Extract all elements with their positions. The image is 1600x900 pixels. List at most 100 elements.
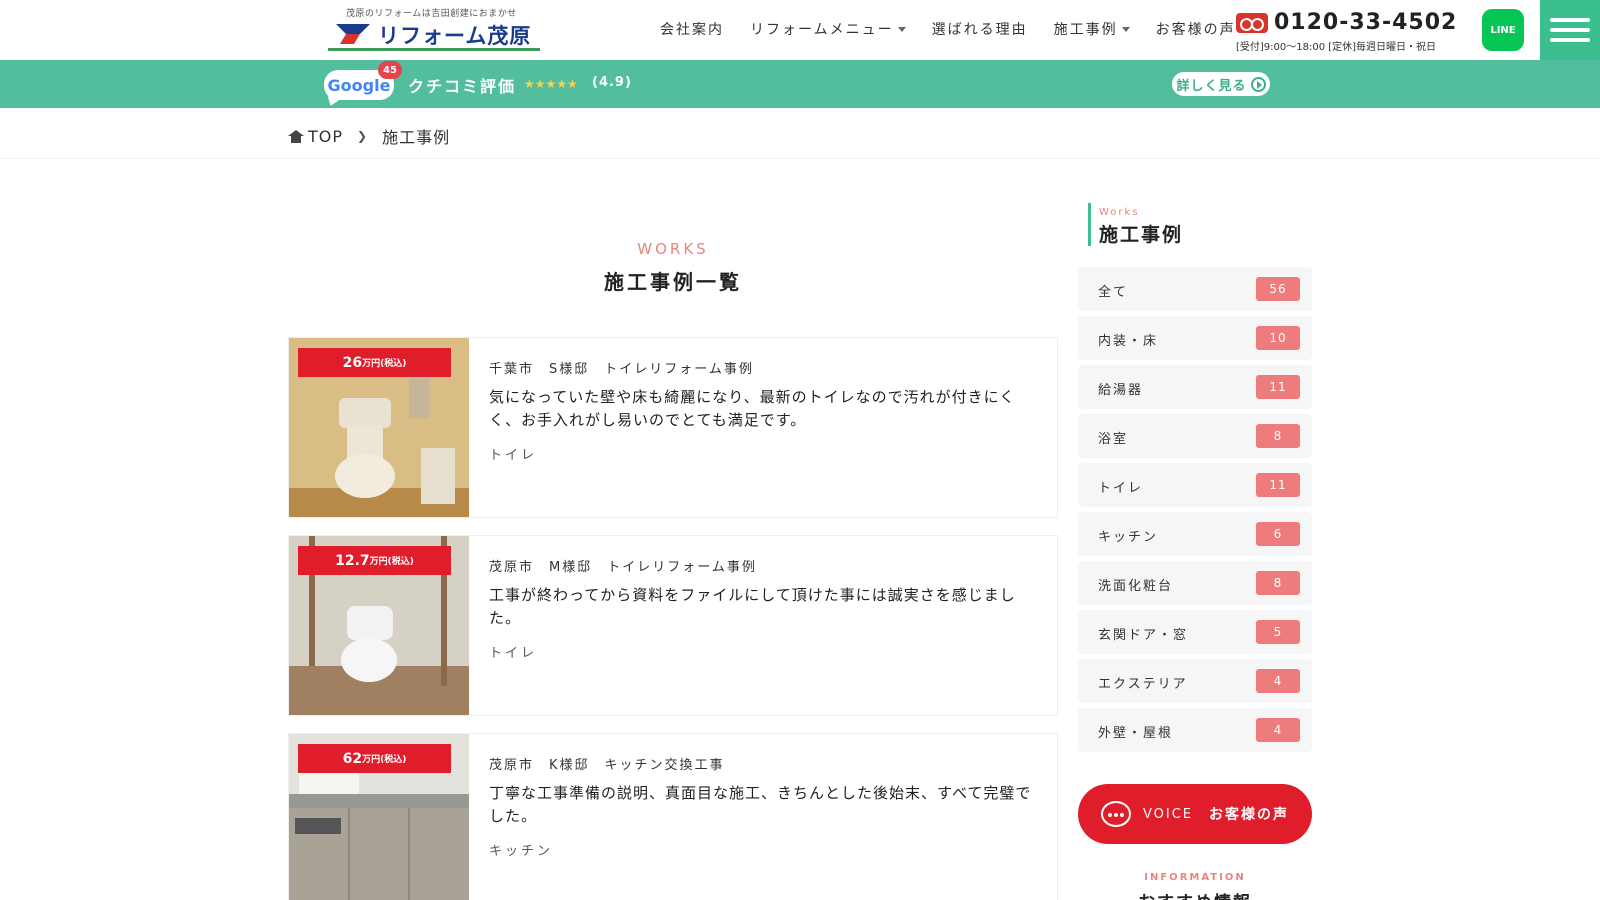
line-button[interactable]: LINE [1482,9,1524,51]
hamburger-icon-bar [1550,38,1590,42]
category-label: 全て [1098,285,1129,300]
category-item-door-window[interactable]: 玄関ドア・窓 5 [1078,610,1312,654]
freedial-icon [1236,12,1268,33]
review-detail-button[interactable]: 詳しく見る [1172,72,1270,96]
work-card-body: 工事が終わってから資料をファイルにして頂けた事には誠実さを感じました。 [489,586,1016,627]
price-value: 26 [342,354,363,371]
category-item-toilet[interactable]: トイレ 11 [1078,463,1312,507]
nav-label: 会社案内 [660,22,724,38]
category-count: 8 [1256,424,1300,448]
review-score: (4.9) [592,75,632,90]
price-badge: 62 万円(税込) [298,744,451,773]
chevron-right-icon: ❯ [357,129,369,143]
work-card[interactable]: 62 万円(税込) 茂原市 K様邸 キッチン交換工事 丁寧な工事準備の説明、真面目… [288,733,1058,900]
information-heading-en: INFORMATION [1144,872,1246,883]
logo-underline [328,48,540,51]
google-label: Google [327,75,391,95]
line-icon: LINE [1490,24,1516,36]
category-item-kitchen[interactable]: キッチン 6 [1078,512,1312,556]
category-item-exterior[interactable]: エクステリア 4 [1078,659,1312,703]
nav-label: 施工事例 [1053,22,1118,38]
price-value: 12.7 [335,552,370,569]
google-review-count: 45 [378,61,402,79]
chat-dot [1113,813,1118,817]
category-label: 内装・床 [1098,334,1159,349]
nav-works[interactable]: 施工事例 [1054,19,1130,39]
tel-hours: [受付]9:00〜18:00 [定休]毎週日曜日・祝日 [1236,42,1437,53]
work-card-category: キッチン [489,844,554,859]
work-card-category: トイレ [489,646,538,661]
nav-label: 選ばれる理由 [931,22,1028,38]
voice-label-ja: お客様の声 [1209,807,1290,823]
sidebar-heading: Works 施工事例 [1088,203,1183,246]
sidebar-heading-ja: 施工事例 [1099,224,1184,246]
work-card[interactable]: 12.7 万円(税込) 茂原市 M様邸 トイレリフォーム事例 工事が終わってから資… [288,535,1058,716]
hamburger-menu-button[interactable] [1540,0,1600,60]
play-circle-icon [1250,76,1266,92]
category-count: 56 [1256,277,1300,301]
nav-label: リフォームメニュー [750,22,894,38]
category-item-all[interactable]: 全て 56 [1078,267,1312,311]
breadcrumb: TOP ❯ 施工事例 [288,124,450,148]
work-card-title: 茂原市 M様邸 トイレリフォーム事例 [489,560,757,575]
category-label: エクステリア [1098,677,1188,692]
category-item-vanity[interactable]: 洗面化粧台 8 [1078,561,1312,605]
nav-reasons[interactable]: 選ばれる理由 [932,19,1028,39]
price-unit: 万円(税込) [362,359,407,369]
category-count: 5 [1256,620,1300,644]
price-badge: 26 万円(税込) [298,348,451,377]
category-label: トイレ [1098,481,1144,496]
nav-company[interactable]: 会社案内 [660,19,724,39]
price-unit: 万円(税込) [362,755,407,765]
nav-voice[interactable]: お客様の声 [1156,19,1236,39]
work-card-body: 丁寧な工事準備の説明、真面目な施工、きちんとした後始末、すべて完璧でした。 [489,784,1032,825]
breadcrumb-current: 施工事例 [382,128,451,147]
page-title: 施工事例一覧 [604,270,742,294]
category-count: 11 [1256,375,1300,399]
chevron-down-icon [897,26,906,32]
divider [0,158,1600,159]
category-count: 4 [1256,669,1300,693]
category-item-bathroom[interactable]: 浴室 8 [1078,414,1312,458]
category-label: 浴室 [1098,432,1129,447]
logo-tagline: 茂原のリフォームは吉田創建におまかせ [346,9,517,19]
hamburger-icon-bar [1550,18,1590,22]
site-logo[interactable]: 茂原のリフォームは吉田創建におまかせ リフォーム茂原 [328,6,540,52]
nav-label: お客様の声 [1155,22,1236,38]
category-count: 8 [1256,571,1300,595]
logo-name: リフォーム茂原 [378,24,532,48]
category-label: 給湯器 [1098,383,1144,398]
work-card-title: 茂原市 K様邸 キッチン交換工事 [489,758,725,773]
logo-mark-icon [336,24,370,44]
chat-dot [1107,813,1112,817]
kitchen-photo: 62 万円(税込) [289,734,469,900]
chat-bubble-icon [1100,801,1131,827]
category-item-wall-roof[interactable]: 外壁・屋根 4 [1078,708,1312,752]
nav-reform-menu[interactable]: リフォームメニュー [750,19,906,39]
category-count: 6 [1256,522,1300,546]
tel-number: 0120-33-4502 [1274,10,1458,35]
category-count: 10 [1256,326,1300,350]
sidebar-heading-en: Works [1099,207,1140,218]
chat-dot [1119,813,1124,817]
star-rating-icon: ★★★★★ [524,77,578,91]
category-list: 全て 56 内装・床 10 給湯器 11 浴室 8 トイレ 11 キッチン 6 洗面化粧台 8… [1078,267,1312,757]
work-card[interactable]: 26 万円(税込) 千葉市 S様邸 トイレリフォーム事例 気になっていた壁や床も綺… [288,337,1058,518]
site-header: 茂原のリフォームは吉田創建におまかせ リフォーム茂原 会社案内 リフォームメニュ… [0,0,1600,60]
voice-button[interactable]: VOICE お客様の声 [1078,784,1312,844]
tel-block[interactable]: 0120-33-4502 [受付]9:00〜18:00 [定休]毎週日曜日・祝日 [1236,10,1476,53]
category-label: 洗面化粧台 [1098,579,1174,594]
category-item-interior[interactable]: 内装・床 10 [1078,316,1312,360]
category-label: 玄関ドア・窓 [1098,628,1189,643]
category-label: 外壁・屋根 [1098,726,1174,741]
review-label: クチコミ評価 [408,77,517,96]
breadcrumb-top-link[interactable]: TOP [308,127,343,146]
category-item-water-heater[interactable]: 給湯器 11 [1078,365,1312,409]
price-unit: 万円(税込) [369,557,414,567]
chevron-down-icon [1121,26,1130,32]
work-card-body: 気になっていた壁や床も綺麗になり、最新のトイレなので汚れが付きにくく、お手入れが… [489,388,1016,429]
category-count: 4 [1256,718,1300,742]
work-card-category: トイレ [489,448,538,463]
work-card-title: 千葉市 S様邸 トイレリフォーム事例 [489,362,754,377]
information-heading-ja: おすすめ情報 [1078,888,1312,900]
